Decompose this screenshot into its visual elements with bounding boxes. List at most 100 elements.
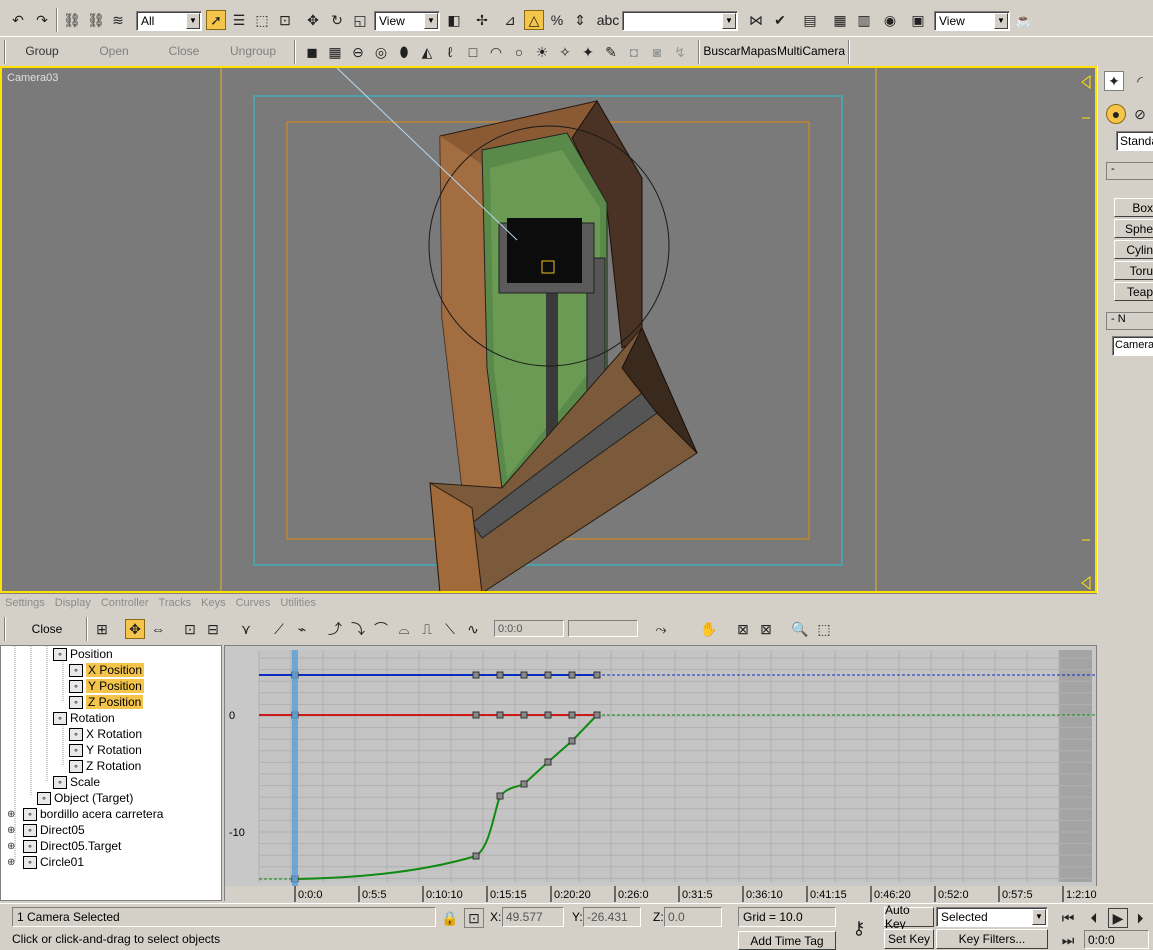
modify-tab-icon[interactable]: ◜ (1130, 71, 1150, 91)
zoom-icon[interactable]: 🔍 (790, 619, 810, 639)
pivot-center-icon[interactable]: ◧ (444, 10, 464, 30)
expand-icon[interactable]: ⊕ (7, 825, 15, 836)
tree-item[interactable]: ⊕ ⚬ Direct05 (7, 822, 85, 838)
auto-key-button[interactable]: Auto Key (884, 903, 934, 931)
disabled-tool-icon[interactable]: ◘ (624, 42, 644, 62)
track-hierarchy-tree[interactable]: ⚬ Position ⚬ X Position ⚬ Y Position ⚬ Z Positi… (0, 645, 222, 901)
x-coordinate-field[interactable]: 49.577 (502, 907, 564, 927)
tangent-auto-icon[interactable]: ⤴ (325, 619, 345, 639)
open-button[interactable]: Open (86, 40, 142, 62)
capsule-icon[interactable]: ⬮ (394, 42, 414, 62)
line-icon[interactable]: ℓ (440, 42, 460, 62)
window-crossing-icon[interactable]: ⊡ (275, 10, 295, 30)
tree-item[interactable]: ⚬ X Rotation (69, 726, 142, 742)
create-tab-icon[interactable]: ✦ (1104, 71, 1124, 91)
tree-item[interactable]: ⊕ ⚬ bordillo acera carretera (7, 806, 163, 822)
track-menu-curves[interactable]: Curves (236, 597, 271, 609)
filters-icon[interactable]: ⊞ (92, 619, 112, 639)
zoom-horizontal-extents-icon[interactable]: ⊠ (733, 619, 753, 639)
selection-filter-dropdown[interactable]: All ▼ (136, 11, 202, 31)
curve-editor[interactable]: 0 -10 0:0:0 0:5:5 0:10:10 0:15:15 0:20:20 0:26:… (224, 645, 1098, 902)
scale-keys-icon[interactable]: ⊡ (180, 619, 200, 639)
material-editor-icon[interactable]: ◉ (880, 10, 900, 30)
slide-keys-icon[interactable]: ⇔ (148, 619, 168, 639)
bind-space-warp-icon[interactable]: ≋ (108, 10, 128, 30)
object-type-rollout[interactable]: - (1106, 162, 1153, 180)
zoom-value-extents-icon[interactable]: ⊠ (756, 619, 776, 639)
track-menu-tracks[interactable]: Tracks (159, 597, 192, 609)
expand-icon[interactable]: ⊕ (7, 809, 15, 820)
expand-icon[interactable]: ⊕ (7, 857, 15, 868)
tree-item[interactable]: ⊕ ⚬ Direct05.Target (7, 838, 121, 854)
go-to-start-icon[interactable]: ⏮ (1058, 908, 1078, 928)
y-coordinate-field[interactable]: -26.431 (583, 907, 641, 927)
object-type-dropdown[interactable]: Standa (1116, 131, 1153, 151)
move-keys-icon[interactable]: ✥ (125, 619, 145, 639)
name-color-rollout[interactable]: - N (1106, 312, 1153, 330)
snaps-toggle-icon[interactable]: ⊿ (500, 10, 520, 30)
current-frame-field[interactable]: 0:0:0 (1084, 930, 1149, 949)
track-view-icon[interactable]: ▦ (830, 10, 850, 30)
select-by-name-icon[interactable]: ☰ (229, 10, 249, 30)
target-spot-icon[interactable]: ✧ (555, 42, 575, 62)
object-name-field[interactable]: Camera0 (1112, 336, 1153, 356)
tangent-linear-icon[interactable]: ⟍ (440, 619, 460, 639)
named-selection-dropdown[interactable]: ▼ (622, 11, 738, 31)
tree-item[interactable]: ⊕ ⚬ Circle01 (7, 854, 84, 870)
show-biped-icon[interactable]: ⤳ (651, 619, 671, 639)
buscar-mapas-button[interactable]: BuscarMapas (703, 40, 776, 62)
render-scene-icon[interactable]: ▣ (908, 10, 928, 30)
track-menu-utilities[interactable]: Utilities (280, 597, 315, 609)
box-icon[interactable]: ◼ (302, 42, 322, 62)
tree-item[interactable]: ⚬ Y Position (69, 678, 144, 694)
close-track-view-button[interactable]: Close (10, 618, 84, 640)
spinner-snap-icon[interactable]: ⇕ (570, 10, 590, 30)
circle-icon[interactable]: ○ (509, 42, 529, 62)
mirror-icon[interactable]: ⋈ (746, 10, 766, 30)
tangent-slow-icon[interactable]: ⌓ (394, 619, 414, 639)
tree-item[interactable]: ⚬ Z Rotation (69, 758, 141, 774)
track-menu-controller[interactable]: Controller (101, 597, 149, 609)
disabled-tool-icon[interactable]: ↯ (670, 42, 690, 62)
tangent-custom-icon[interactable]: ⤵ (348, 619, 368, 639)
box-button[interactable]: Box (1114, 198, 1153, 217)
schematic-view-icon[interactable]: ▥ (854, 10, 874, 30)
frame-input[interactable]: 0:0:0 (494, 620, 564, 637)
omni-light-icon[interactable]: ☀ (532, 42, 552, 62)
next-frame-icon[interactable]: ⏵ (1130, 908, 1150, 928)
value-input[interactable] (568, 620, 638, 637)
arc-icon[interactable]: ◠ (486, 42, 506, 62)
reference-coordinate-dropdown[interactable]: View ▼ (374, 11, 440, 31)
shapes-icon[interactable]: ⊘ (1130, 104, 1150, 124)
plane-icon[interactable]: ▦ (325, 42, 345, 62)
ungroup-button[interactable]: Ungroup (222, 40, 284, 62)
track-menu-display[interactable]: Display (55, 597, 91, 609)
play-icon[interactable]: ▶ (1108, 908, 1128, 928)
select-object-icon[interactable]: ➚ (206, 10, 226, 30)
select-and-link-icon[interactable]: ⛓ (62, 10, 82, 30)
sphere-button[interactable]: Sphe (1114, 219, 1153, 238)
redo-icon[interactable]: ↷ (32, 10, 52, 30)
tree-item[interactable]: ⚬ Scale (53, 774, 100, 790)
rectangular-selection-icon[interactable]: ⬚ (252, 10, 272, 30)
pan-icon[interactable]: ✋ (699, 619, 719, 639)
torus-icon[interactable]: ◎ (371, 42, 391, 62)
tree-item[interactable]: ⚬ Rotation (53, 710, 115, 726)
tangent-fast-icon[interactable]: ⌒ (371, 619, 391, 639)
disabled-tool-icon[interactable]: ◙ (647, 42, 667, 62)
render-type-dropdown[interactable]: View ▼ (934, 11, 1010, 31)
undo-icon[interactable]: ↶ (8, 10, 28, 30)
curve-graph[interactable]: 0 -10 0:0:0 0:5:5 0:10:10 0:15:15 0:20:20 0:26:… (225, 646, 1098, 902)
key-mode-toggle-icon[interactable]: ⏭ (1058, 930, 1078, 950)
track-menu-keys[interactable]: Keys (201, 597, 225, 609)
tangent-step-icon[interactable]: ⎍ (417, 619, 437, 639)
layer-manager-icon[interactable]: ▤ (800, 10, 820, 30)
zoom-region-icon[interactable]: ⬚ (814, 619, 834, 639)
tree-item[interactable]: ⚬ X Position (69, 662, 145, 678)
tangent-smooth-icon[interactable]: ∿ (463, 619, 483, 639)
tree-item[interactable]: ⚬ Object (Target) (37, 790, 133, 806)
rotate-icon[interactable]: ↻ (327, 10, 347, 30)
rectangle-icon[interactable]: □ (463, 42, 483, 62)
cylinder-icon[interactable]: ⊖ (348, 42, 368, 62)
lock-selection-icon[interactable]: 🔒 (440, 908, 460, 928)
